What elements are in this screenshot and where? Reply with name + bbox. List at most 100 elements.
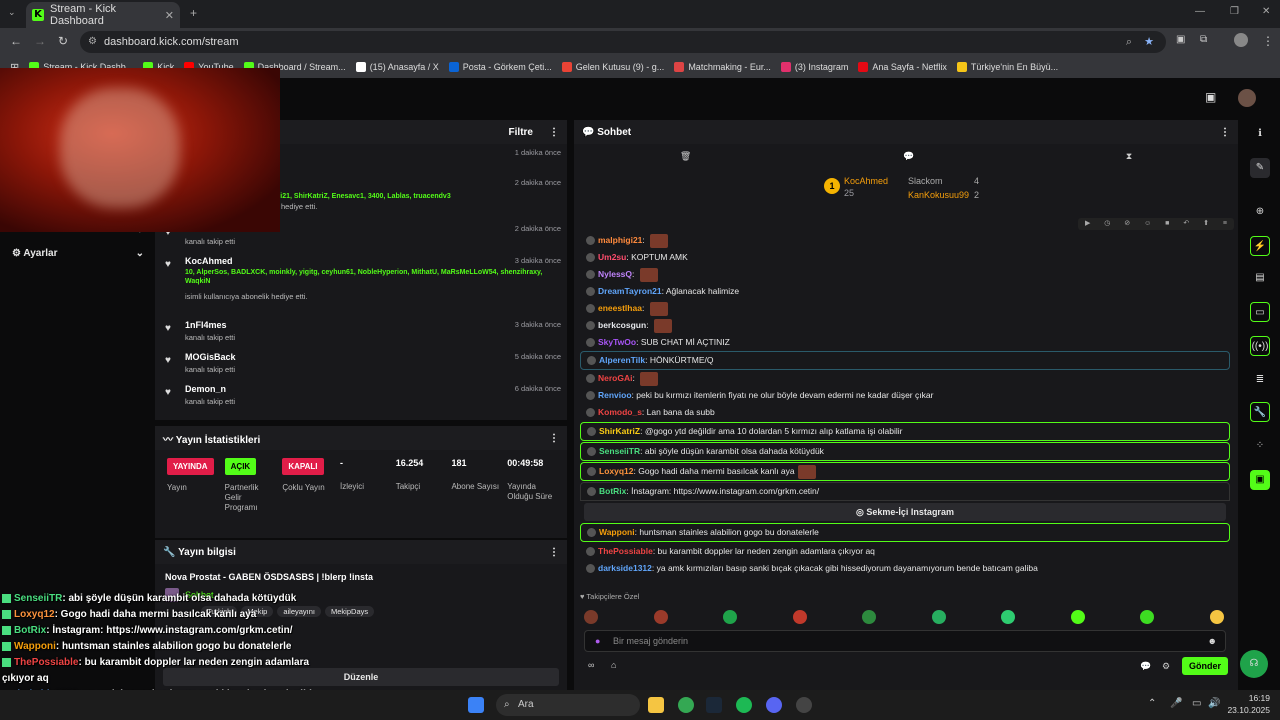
bookmark-item[interactable]: (15) Anasayfa / X [355, 62, 439, 72]
extension-icon[interactable]: ▣ [1176, 34, 1185, 45]
site-info-icon[interactable]: ⚙ [88, 31, 97, 53]
activity-user[interactable]: Demon_n [185, 384, 226, 394]
chat-username[interactable]: SkyTwOo [598, 337, 636, 347]
user-avatar[interactable] [1238, 89, 1256, 107]
spotify-icon[interactable] [736, 697, 752, 713]
trash-icon[interactable]: 🗑 [680, 151, 691, 162]
chat-username[interactable]: Loxyq12 [599, 466, 634, 476]
play-icon[interactable]: ▶ [1085, 218, 1090, 230]
chat-username[interactable]: Komodo_s [598, 407, 642, 417]
delete-icon[interactable]: ■ [1165, 218, 1169, 230]
emote-icon[interactable] [723, 610, 738, 624]
hourglass-icon[interactable]: ⧗ [1126, 151, 1132, 162]
menu-dots-icon[interactable]: ⋮ [1262, 34, 1274, 48]
zoom-icon[interactable]: ⌕ [1126, 31, 1132, 53]
chat-icon[interactable]: ▭ [1250, 302, 1270, 322]
bookmark-star-icon[interactable]: ★ [1144, 31, 1154, 53]
pencil-icon[interactable]: ✎ [1250, 158, 1270, 178]
chat-mode-icon[interactable]: 💬 [903, 151, 914, 162]
activity-user[interactable]: KocAhmed [185, 256, 233, 266]
bookmark-item[interactable]: (3) Instagram [780, 62, 848, 72]
tab-list-icon[interactable]: ⌄ [8, 7, 16, 18]
close-tab-icon[interactable]: ✕ [165, 9, 174, 22]
obs-icon[interactable] [796, 697, 812, 713]
chat-input[interactable]: ● Bir mesaj gönderin ☻ [584, 630, 1226, 652]
target-icon[interactable]: ⊕ [1250, 202, 1270, 222]
send-button[interactable]: Gönder [1182, 657, 1228, 675]
wrench-icon[interactable]: 🔧 [1250, 402, 1270, 422]
tray-chevron-icon[interactable]: ⌃ [1148, 698, 1156, 709]
chat-username[interactable]: NylessQ [598, 269, 632, 279]
hide-icon[interactable]: ⊘ [1124, 218, 1130, 230]
chat-username[interactable]: berkcosgun [598, 320, 646, 330]
info-icon[interactable]: ℹ [1250, 124, 1270, 144]
emote-icon[interactable] [792, 610, 807, 624]
chat-username[interactable]: ThePossiable [598, 546, 653, 556]
emoji-icon[interactable]: ☻ [1208, 631, 1217, 651]
steam-icon[interactable] [706, 697, 722, 713]
emote-icon[interactable] [1070, 610, 1085, 624]
chat-username[interactable]: ShirKatriZ [599, 426, 640, 436]
url-field[interactable]: ⚙ dashboard.kick.com/stream ⌕ ★ [80, 31, 1166, 53]
pin-icon[interactable]: ⬆ [1203, 218, 1209, 230]
support-headset-icon[interactable]: ☊ [1240, 650, 1268, 678]
mic-icon[interactable]: ● [595, 631, 600, 651]
broadcast-icon[interactable]: ((•)) [1250, 336, 1270, 356]
infinity-icon[interactable]: ∞ [588, 660, 594, 670]
instagram-button[interactable]: ◎ Sekme-İçi Instagram [584, 503, 1226, 521]
clock-icon[interactable]: ◷ [1104, 218, 1110, 230]
more-options-icon[interactable]: ⋮ [549, 433, 559, 444]
more-options-icon[interactable]: ⋮ [549, 547, 559, 558]
nav-ayarlar[interactable]: ⚙ Ayarlar ⌄ [12, 248, 144, 259]
chat-username[interactable]: Renvioo [598, 390, 632, 400]
chat-username[interactable]: DreamTayron21 [598, 286, 662, 296]
close-window-icon[interactable]: ✕ [1262, 6, 1270, 17]
emote-icon[interactable] [653, 610, 668, 624]
bookmark-item[interactable]: Türkiye'nin En Büyü... [956, 62, 1058, 72]
discord-icon[interactable] [766, 697, 782, 713]
layers-icon[interactable]: ≣ [1250, 370, 1270, 390]
emote-icon[interactable] [1001, 610, 1016, 624]
apps-icon[interactable]: ⁘ [1250, 436, 1270, 456]
chat-bubble-icon[interactable]: 💬 [1140, 661, 1151, 672]
activity-user[interactable]: MOGisBack [185, 352, 236, 362]
emote-icon[interactable] [1140, 610, 1155, 624]
back-icon[interactable]: ← [10, 34, 22, 48]
chat-username[interactable]: Um2su [598, 252, 626, 262]
emote-icon[interactable] [862, 610, 877, 624]
more-options-icon[interactable]: ⋮ [549, 127, 559, 138]
chat-username[interactable]: malphigi21 [598, 235, 642, 245]
bookmark-item[interactable]: Ana Sayfa - Netflix [858, 62, 947, 72]
settings-gear-icon[interactable]: ⚙ [1162, 661, 1170, 672]
profile-avatar-icon[interactable] [1234, 33, 1248, 47]
new-tab-icon[interactable]: + [190, 6, 197, 20]
mic-tray-icon[interactable]: 🎤 [1170, 698, 1182, 709]
windows-start-icon[interactable] [468, 697, 484, 713]
chat-username[interactable]: eneestlhaa [598, 303, 642, 313]
store-icon[interactable]: ⌂ [611, 660, 616, 670]
emote-icon[interactable] [931, 610, 946, 624]
stream-preview-icon[interactable]: ▣ [1205, 90, 1216, 104]
bookmark-item[interactable]: Posta - Görkem Çeti... [448, 62, 552, 72]
chrome-icon[interactable] [678, 697, 694, 713]
chat-username[interactable]: AlperenTilk [599, 355, 645, 365]
undo-icon[interactable]: ↶ [1183, 218, 1189, 230]
chat-username[interactable]: BotRix [599, 486, 626, 496]
network-icon[interactable]: ▭ [1192, 698, 1201, 709]
emote-icon[interactable]: ☺ [1144, 218, 1151, 230]
activity-user[interactable]: 1nFl4mes [185, 320, 227, 330]
chat-username[interactable]: darkside1312 [598, 563, 652, 573]
volume-icon[interactable]: 🔊 [1208, 698, 1220, 709]
lightning-icon[interactable]: ⚡ [1250, 236, 1270, 256]
emote-icon[interactable] [1209, 610, 1224, 624]
emote-icon[interactable] [584, 610, 598, 624]
kick-bot-icon[interactable]: ▣ [1250, 470, 1270, 490]
taskbar-search[interactable]: ⌕ Ara [496, 694, 640, 716]
file-explorer-icon[interactable] [648, 697, 664, 713]
bookmark-item[interactable]: Gelen Kutusu (9) - g... [561, 62, 664, 72]
puzzle-icon[interactable]: ⧉ [1200, 34, 1207, 45]
chat-username[interactable]: SenseiiTR [599, 446, 640, 456]
reload-icon[interactable]: ↻ [58, 34, 68, 48]
minimize-icon[interactable]: — [1195, 6, 1205, 17]
forward-icon[interactable]: → [34, 34, 46, 48]
